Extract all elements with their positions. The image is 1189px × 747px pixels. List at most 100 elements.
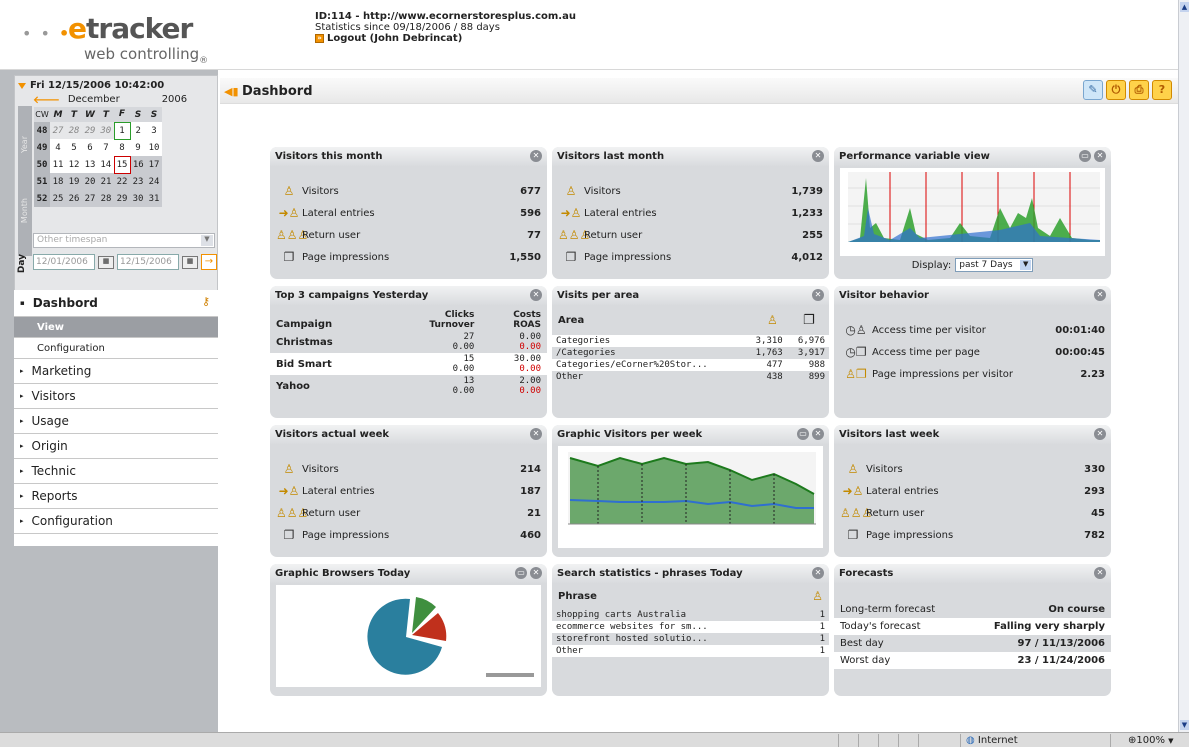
week-number[interactable]: 51 — [34, 173, 50, 190]
close-icon[interactable]: ✕ — [530, 289, 542, 301]
calendar-day[interactable]: 10 — [146, 139, 162, 156]
calendar-icon[interactable]: ▦ — [182, 255, 198, 269]
week-number[interactable]: 48 — [34, 122, 50, 139]
close-icon[interactable]: ✕ — [812, 567, 824, 579]
calendar-day[interactable]: 31 — [146, 190, 162, 207]
nav-configuration[interactable]: ▸ Configuration — [14, 509, 218, 534]
calendar-day[interactable]: 27 — [82, 190, 98, 207]
calendar-day[interactable]: 24 — [146, 173, 162, 190]
table-row[interactable]: /Categories 1,763 3,917 — [552, 347, 829, 359]
table-row[interactable]: Other 438 899 — [552, 371, 829, 383]
calendar-day[interactable]: 11 — [50, 156, 66, 173]
minimize-icon[interactable]: ▭ — [1079, 150, 1091, 162]
timespan-select[interactable]: Other timespan ▼ — [33, 233, 215, 248]
nav-configuration-sub[interactable]: Configuration — [14, 338, 218, 359]
performance-chart[interactable] — [840, 168, 1105, 256]
nav-usage[interactable]: ▸ Usage — [14, 409, 218, 434]
calendar-day[interactable]: 17 — [146, 156, 162, 173]
calendar-day[interactable]: 1 — [113, 121, 131, 140]
nav-view[interactable]: View — [14, 317, 218, 338]
tab-year[interactable]: Year — [20, 136, 29, 153]
calendar-day[interactable]: 7 — [98, 139, 114, 156]
date-from-input[interactable]: 12/01/2006 — [33, 254, 95, 270]
close-icon[interactable]: ✕ — [1094, 150, 1106, 162]
tab-month[interactable]: Month — [20, 198, 29, 223]
table-row[interactable]: shopping carts Australia 1 — [552, 609, 829, 621]
calendar-day[interactable]: 6 — [82, 139, 98, 156]
nav-technic[interactable]: ▸ Technic — [14, 459, 218, 484]
calendar-day[interactable]: 18 — [50, 173, 66, 190]
selected-day[interactable]: 15 — [113, 155, 131, 174]
calendar-day[interactable]: 30 — [98, 122, 114, 139]
logout-link[interactable]: » Logout (John Debrincat) — [315, 33, 576, 44]
scroll-down-icon[interactable]: ▼ — [1180, 720, 1189, 730]
calendar-day[interactable]: 23 — [130, 173, 146, 190]
calendar-day[interactable]: 20 — [82, 173, 98, 190]
calendar-datetime[interactable]: Fri 12/15/2006 10:42:00 — [18, 80, 164, 91]
close-icon[interactable]: ✕ — [1094, 428, 1106, 440]
nav-dashboard[interactable]: ▪ Dashbord ⚷ — [14, 290, 218, 317]
nav-visitors[interactable]: ▸ Visitors — [14, 384, 218, 409]
calendar-day[interactable]: 8 — [114, 139, 130, 156]
chevron-down-icon[interactable]: ▼ — [1020, 260, 1032, 270]
help-icon[interactable]: ? — [1152, 80, 1172, 100]
chevron-down-icon[interactable]: ▼ — [1168, 737, 1173, 745]
close-icon[interactable]: ✕ — [530, 428, 542, 440]
table-row[interactable]: Yahoo 13 0.00 2.00 0.00 — [270, 375, 547, 397]
calendar-day[interactable]: 21 — [98, 173, 114, 190]
key-icon[interactable]: ⚷ — [202, 295, 210, 308]
minimize-icon[interactable]: ▭ — [797, 428, 809, 440]
calendar-day[interactable]: 14 — [98, 156, 114, 173]
table-row[interactable]: Christmas 27 0.00 0.00 0.00 — [270, 331, 547, 353]
close-icon[interactable]: ✕ — [812, 150, 824, 162]
collapse-icon[interactable] — [18, 82, 26, 89]
table-row[interactable]: ecommerce websites for sm... 1 — [552, 621, 829, 633]
calendar-day[interactable]: 27 — [50, 122, 66, 139]
close-icon[interactable]: ✕ — [1094, 289, 1106, 301]
calendar-day[interactable]: 19 — [66, 173, 82, 190]
browsers-pie-chart[interactable] — [276, 585, 541, 687]
zoom-control[interactable]: ⊕100% ▼ — [1128, 735, 1174, 746]
calendar-day[interactable]: 9 — [130, 139, 146, 156]
calendar-day[interactable]: 26 — [66, 190, 82, 207]
calendar-icon[interactable]: ▦ — [98, 255, 114, 269]
calendar-day[interactable]: 16 — [130, 156, 146, 173]
calendar-day[interactable]: 4 — [50, 139, 66, 156]
apply-arrow-icon[interactable]: → — [201, 254, 217, 270]
print-icon[interactable]: ⎙ — [1129, 80, 1149, 100]
close-icon[interactable]: ✕ — [812, 428, 824, 440]
collapse-sidebar-icon[interactable]: ◀▮ — [224, 85, 239, 98]
calendar-day[interactable]: 28 — [98, 190, 114, 207]
power-icon[interactable]: ⏻ — [1106, 80, 1126, 100]
calendar-day[interactable]: 25 — [50, 190, 66, 207]
window-scrollbar[interactable]: ▲ ▼ — [1178, 0, 1189, 732]
display-select[interactable]: past 7 Days ▼ — [955, 258, 1034, 272]
calendar-day[interactable]: 2 — [130, 122, 146, 139]
prev-month-icon[interactable]: 🡐 — [33, 94, 60, 106]
table-row[interactable]: Categories/eCorner%20Stor... 477 988 — [552, 359, 829, 371]
nav-marketing[interactable]: ▸ Marketing — [14, 359, 218, 384]
nav-origin[interactable]: ▸ Origin — [14, 434, 218, 459]
calendar-day[interactable]: 12 — [66, 156, 82, 173]
nav-reports[interactable]: ▸ Reports — [14, 484, 218, 509]
visitors-week-chart[interactable] — [558, 446, 823, 548]
calendar-day[interactable]: 28 — [66, 122, 82, 139]
calendar-day[interactable]: 29 — [82, 122, 98, 139]
close-icon[interactable]: ✕ — [530, 150, 542, 162]
table-row[interactable]: Bid Smart 15 0.00 30.00 0.00 — [270, 353, 547, 375]
calendar-day[interactable]: 5 — [66, 139, 82, 156]
week-number[interactable]: 50 — [34, 156, 50, 173]
wand-icon[interactable]: ✎ — [1083, 80, 1103, 100]
calendar-day[interactable]: 29 — [114, 190, 130, 207]
calendar-day[interactable]: 30 — [130, 190, 146, 207]
table-row[interactable]: storefront hosted solutio... 1 — [552, 633, 829, 645]
scroll-up-icon[interactable]: ▲ — [1180, 2, 1189, 12]
week-number[interactable]: 52 — [34, 190, 50, 207]
calendar-day[interactable]: 22 — [114, 173, 130, 190]
close-icon[interactable]: ✕ — [812, 289, 824, 301]
chevron-down-icon[interactable]: ▼ — [201, 235, 213, 246]
tab-day[interactable]: Day — [17, 254, 27, 273]
close-icon[interactable]: ✕ — [530, 567, 542, 579]
table-row[interactable]: Categories 3,310 6,976 — [552, 335, 829, 347]
etracker-logo[interactable]: • • • etracker web controlling® — [22, 10, 222, 66]
